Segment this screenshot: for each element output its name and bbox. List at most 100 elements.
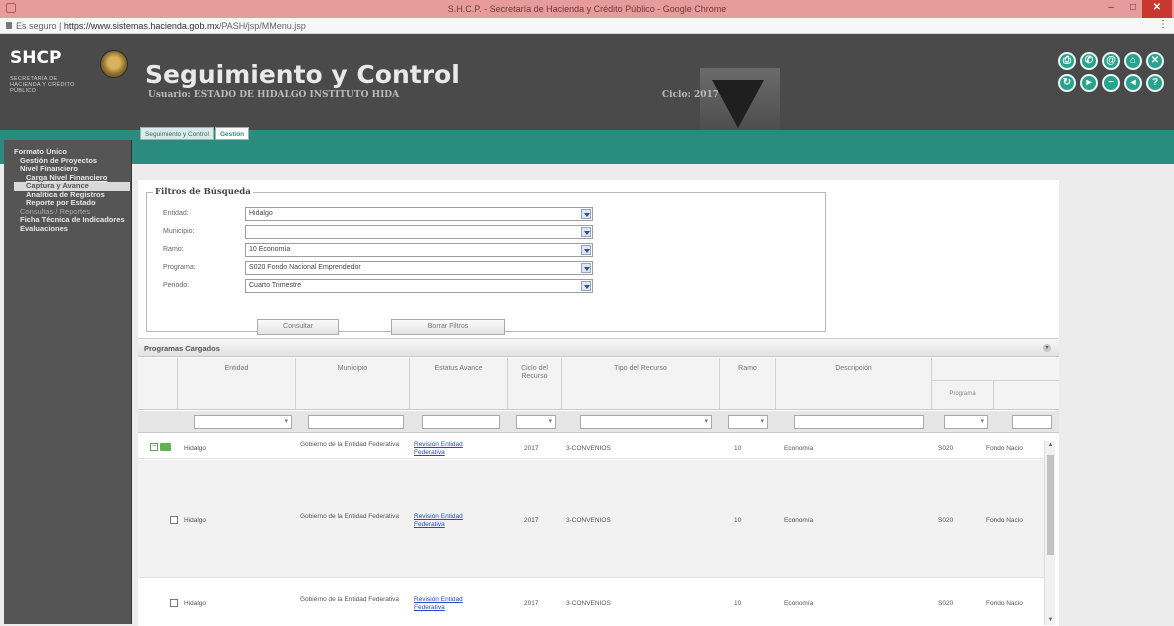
column-header-municipio[interactable]: Municipio xyxy=(296,358,410,410)
consult-button[interactable]: Consultar xyxy=(257,319,339,335)
cell-programa: S020 xyxy=(938,517,954,524)
sidebar-item[interactable]: Carga Nivel Financiero xyxy=(14,174,134,183)
national-seal-icon xyxy=(100,50,128,78)
filters-legend: Filtros de Búsqueda xyxy=(153,187,253,197)
chevron-down-icon[interactable] xyxy=(581,209,591,219)
grid-caption-bar: Programas Cargados ▾ xyxy=(138,339,1059,357)
browser-title-bar: S.H.C.P. - Secretaría de Hacienda y Créd… xyxy=(0,0,1174,18)
scrollbar-thumb[interactable] xyxy=(1047,455,1054,555)
tipo-filter[interactable]: ▾ xyxy=(580,415,712,429)
fondo-filter[interactable] xyxy=(1012,415,1052,429)
cell-estatus-link[interactable]: Revisión Entidad Federativa xyxy=(414,596,494,611)
row-checkbox[interactable] xyxy=(170,599,178,607)
tab-seguimiento[interactable]: Seguimiento y Control xyxy=(140,127,214,140)
address-bar[interactable]: Es seguro | https://www.sistemas.haciend… xyxy=(0,18,1174,34)
phone-icon[interactable]: ✆ xyxy=(1080,52,1098,70)
forward-icon[interactable]: ▸ xyxy=(1080,74,1098,92)
select-value: Cuarto Trimestre xyxy=(249,282,302,289)
chevron-down-icon: ▾ xyxy=(980,418,984,425)
chrome-menu-icon[interactable]: ⋮ xyxy=(1158,19,1168,30)
cell-descripcion: Economía xyxy=(784,517,814,524)
select-value: S020 Fondo Nacional Emprendedor xyxy=(249,264,361,271)
chevron-down-icon[interactable] xyxy=(581,227,591,237)
table-row[interactable]: − Hidalgo Gobierno de la Entidad Federat… xyxy=(138,435,1046,459)
tab-gestion[interactable]: Gestión xyxy=(214,127,250,140)
sidebar-item[interactable]: Ficha Técnica de Indicadores xyxy=(14,216,134,225)
ramo-filter[interactable]: ▾ xyxy=(728,415,768,429)
cell-municipio: Gobierno de la Entidad Federativa xyxy=(300,513,400,520)
chevron-down-icon[interactable] xyxy=(581,281,591,291)
cell-fondo: Fondo Nacio xyxy=(986,445,1023,452)
column-header-entidad[interactable]: Entidad xyxy=(178,358,296,410)
column-header-estatus[interactable]: Estatus Avance xyxy=(410,358,508,410)
row-checkbox[interactable] xyxy=(170,516,178,524)
print-icon[interactable]: ⎙ xyxy=(1058,52,1076,70)
cell-tipo: 3-CONVENIOS xyxy=(566,600,611,607)
clear-filters-button[interactable]: Borrar Filtros xyxy=(391,319,505,335)
entidad-select[interactable]: Hidalgo xyxy=(245,207,593,221)
grid-scrollbar[interactable]: ▲ ▼ xyxy=(1044,441,1055,625)
subheader-blank xyxy=(994,380,1059,410)
estatus-filter[interactable] xyxy=(422,415,500,429)
sidebar-item[interactable]: Captura y Avance xyxy=(14,182,130,191)
chevron-down-icon: ▾ xyxy=(548,418,552,425)
lock-icon xyxy=(6,22,12,29)
collapse-row-icon[interactable]: − xyxy=(150,443,158,451)
cell-estatus-link[interactable]: Revisión Entidad Federativa xyxy=(414,513,494,528)
address-url[interactable]: Es seguro | https://www.sistemas.haciend… xyxy=(16,21,306,31)
close-window-button[interactable]: ✕ xyxy=(1142,0,1172,18)
shcp-logo: SHCP SECRETARÍA DE HACIENDA Y CRÉDITO PÚ… xyxy=(10,48,82,112)
sidebar-item[interactable]: Formato Único xyxy=(14,148,134,157)
cell-descripcion: Economía xyxy=(784,445,814,452)
programa-select[interactable]: S020 Fondo Nacional Emprendedor xyxy=(245,261,593,275)
municipio-filter[interactable] xyxy=(308,415,404,429)
cell-estatus-link[interactable]: Revisión Entidad Federativa xyxy=(414,441,494,456)
column-header-tipo[interactable]: Tipo del Recurso xyxy=(562,358,720,410)
table-row[interactable]: Hidalgo Gobierno de la Entidad Federativ… xyxy=(138,579,1046,626)
sidebar-item[interactable]: Evaluaciones xyxy=(14,225,134,234)
ramo-select[interactable]: 10 Economía xyxy=(245,243,593,257)
sidebar-item[interactable]: Gestión de Proyectos xyxy=(14,157,134,166)
periodo-select[interactable]: Cuarto Trimestre xyxy=(245,279,593,293)
collapse-grid-icon[interactable]: ▾ xyxy=(1043,344,1051,352)
cell-ramo: 10 xyxy=(734,517,742,524)
logo-text: SHCP xyxy=(10,48,62,68)
descripcion-filter[interactable] xyxy=(794,415,924,429)
sidebar-item[interactable]: Reporte por Estado xyxy=(14,199,134,208)
chevron-down-icon: ▾ xyxy=(704,418,708,425)
entidad-filter[interactable]: ▾ xyxy=(194,415,292,429)
home-icon[interactable]: ⌂ xyxy=(1124,52,1142,70)
url-host: https://www.sistemas.hacienda.gob.mx xyxy=(63,21,219,31)
grid-filter-row: ▾ ▾ ▾ ▾ ▾ xyxy=(138,411,1059,433)
sidebar-item[interactable]: Nivel Financiero xyxy=(14,165,134,174)
help-icon[interactable]: ? xyxy=(1146,74,1164,92)
cell-ramo: 10 xyxy=(734,600,742,607)
refresh-icon[interactable]: ↻ xyxy=(1058,74,1076,92)
scroll-down-icon[interactable]: ▼ xyxy=(1047,617,1054,624)
url-path: /PASH/jsp/MMenu.jsp xyxy=(218,21,306,31)
scroll-up-icon[interactable]: ▲ xyxy=(1047,442,1054,449)
filters-section: Filtros de Búsqueda Entidad: Hidalgo Mun… xyxy=(138,180,1059,336)
ciclo-filter[interactable]: ▾ xyxy=(516,415,556,429)
table-row[interactable]: Hidalgo Gobierno de la Entidad Federativ… xyxy=(138,460,1046,578)
sidebar-item[interactable]: Consultas / Reportes xyxy=(14,208,134,217)
column-header-ramo[interactable]: Ramo xyxy=(720,358,776,410)
column-header-descripcion[interactable]: Descripción xyxy=(776,358,932,410)
window-title: S.H.C.P. - Secretaría de Hacienda y Créd… xyxy=(447,4,727,14)
back-icon[interactable]: ◂ xyxy=(1124,74,1142,92)
column-header-ciclo[interactable]: Ciclo del Recurso xyxy=(508,358,562,410)
cell-ciclo: 2017 xyxy=(524,517,539,524)
user-label: Usuario: ESTADO DE HIDALGO INSTITUTO HID… xyxy=(148,90,400,100)
grid-caption: Programas Cargados xyxy=(144,344,220,353)
secure-label: Es seguro xyxy=(16,21,57,31)
app-header: SHCP SECRETARÍA DE HACIENDA Y CRÉDITO PÚ… xyxy=(0,34,1174,164)
programa-filter[interactable]: ▾ xyxy=(944,415,988,429)
municipio-select[interactable] xyxy=(245,225,593,239)
sidebar-item[interactable]: Analítica de Registros xyxy=(14,191,134,200)
subheader-programa[interactable]: Programa xyxy=(932,380,994,410)
close-icon[interactable]: ✕ xyxy=(1146,52,1164,70)
email-icon[interactable]: @ xyxy=(1102,52,1120,70)
chevron-down-icon[interactable] xyxy=(581,245,591,255)
chevron-down-icon[interactable] xyxy=(581,263,591,273)
minus-icon[interactable]: − xyxy=(1102,74,1120,92)
